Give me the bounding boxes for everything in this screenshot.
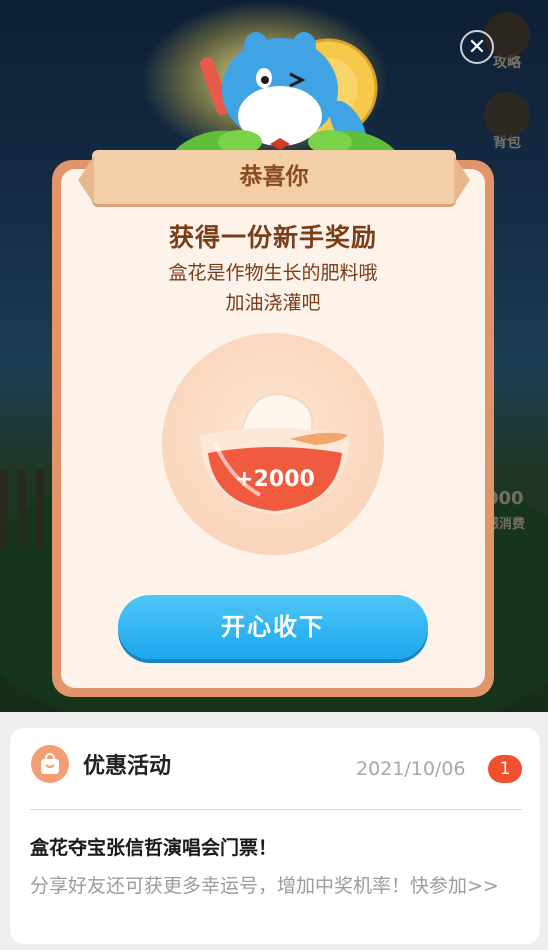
card-divider — [30, 809, 522, 810]
reward-value: +2000 — [235, 467, 315, 492]
accept-button[interactable]: 开心收下 — [118, 595, 428, 659]
reward-heading: 获得一份新手奖励 — [168, 223, 377, 252]
title-ribbon: 恭喜你 — [78, 150, 470, 204]
reward-description-line1: 盒花是作物生长的肥料哦 — [168, 262, 378, 284]
close-button[interactable]: ✕ — [460, 30, 494, 64]
promo-activity-icon — [31, 745, 69, 783]
modal-title: 恭喜你 — [239, 164, 309, 190]
message-date: 2021/10/06 — [356, 758, 466, 780]
message-title: 盒花夺宝张信哲演唱会门票！ — [30, 837, 278, 859]
reward-description-line2: 加油浇灌吧 — [225, 292, 321, 314]
shopping-bag-icon — [41, 753, 59, 774]
promo-category-title: 优惠活动 — [83, 754, 172, 779]
message-body[interactable]: 分享好友还可获更多幸运号，增加中奖机率！快参加>> — [30, 872, 520, 901]
close-icon: ✕ — [467, 35, 487, 60]
unread-count-badge: 1 — [488, 755, 522, 783]
fertilizer-bowl-icon — [200, 393, 350, 515]
